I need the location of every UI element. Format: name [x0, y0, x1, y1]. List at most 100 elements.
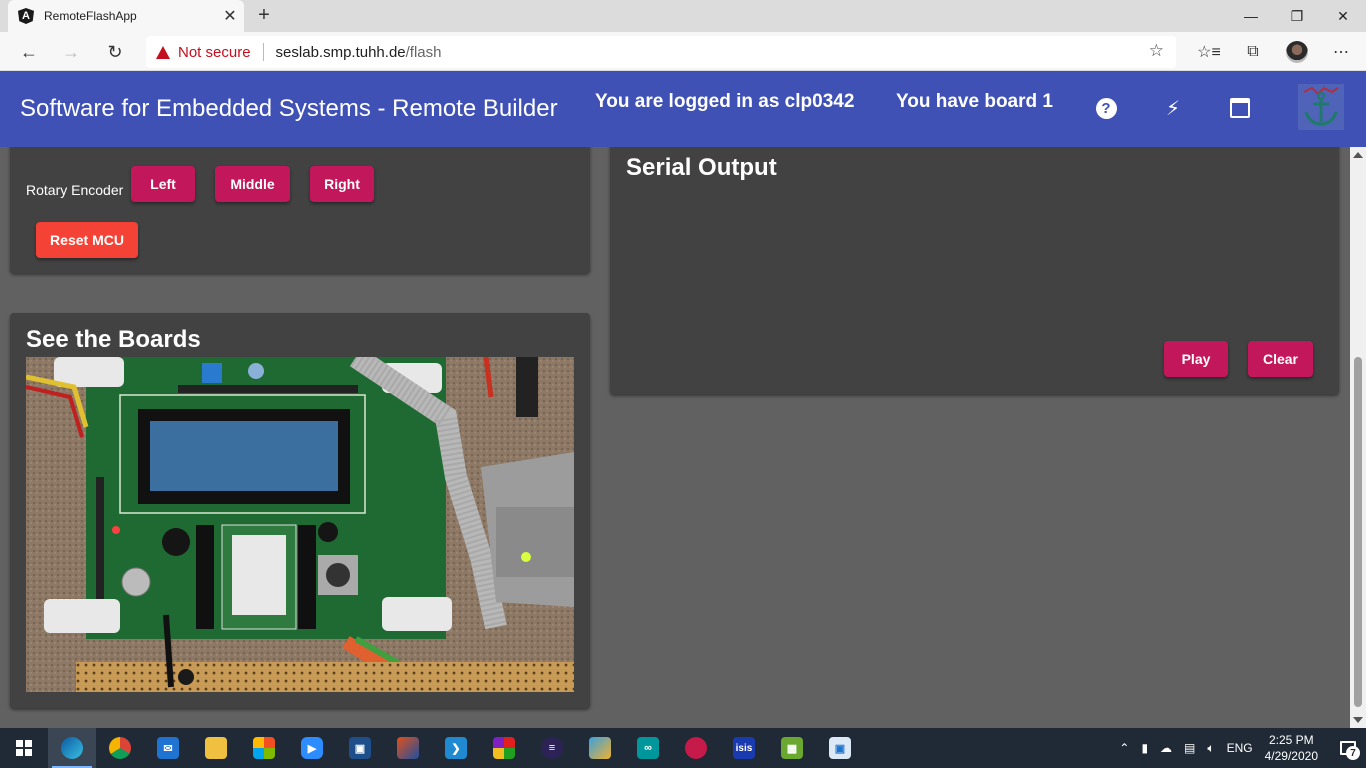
- taskbar-store[interactable]: [240, 728, 288, 768]
- taskbar-chrome[interactable]: [96, 728, 144, 768]
- language-indicator[interactable]: ENG: [1227, 741, 1253, 755]
- clock[interactable]: 2:25 PM 4/29/2020: [1265, 732, 1318, 764]
- tab-close-icon[interactable]: ✕: [216, 6, 244, 26]
- forward-icon[interactable]: →: [56, 37, 86, 67]
- notification-center-icon[interactable]: 7: [1330, 728, 1366, 768]
- flash-icon[interactable]: ⚡︎: [1157, 93, 1189, 123]
- favorites-list-icon[interactable]: ☆≡: [1194, 37, 1224, 67]
- clock-date: 4/29/2020: [1264, 749, 1318, 763]
- cube-icon: [589, 737, 611, 759]
- network-icon[interactable]: ▤: [1184, 741, 1195, 755]
- address-separator: [262, 43, 264, 61]
- taskbar-edge[interactable]: [48, 728, 96, 768]
- browser-tab[interactable]: A RemoteFlashApp ✕: [8, 0, 244, 32]
- image-viewer-icon: ▣: [829, 737, 851, 759]
- scroll-down-icon[interactable]: [1353, 717, 1363, 723]
- battery-icon[interactable]: ▮: [1141, 741, 1148, 755]
- taskbar-mail[interactable]: ✉: [144, 728, 192, 768]
- app-header: Software for Embedded Systems - Remote B…: [0, 71, 1366, 147]
- zoom-icon: ▶: [301, 737, 323, 759]
- tab-title: RemoteFlashApp: [44, 9, 137, 23]
- restore-icon[interactable]: ❐: [1274, 0, 1320, 32]
- close-window-icon[interactable]: ✕: [1320, 0, 1366, 32]
- system-tray: ⌃ ▮ ☁ ▤ 🔈︎ ENG 2:25 PM 4/29/2020 7: [1113, 728, 1366, 768]
- taskbar-raspberry-pi[interactable]: [672, 728, 720, 768]
- play-button[interactable]: Play: [1164, 341, 1228, 377]
- scroll-up-icon[interactable]: [1353, 152, 1363, 158]
- not-secure-label[interactable]: Not secure: [178, 44, 251, 61]
- mail-icon: ✉: [157, 737, 179, 759]
- angular-favicon-icon: A: [18, 8, 34, 24]
- show-hidden-icons-icon[interactable]: ⌃: [1119, 741, 1129, 755]
- controls-card: Rotary Encoder Left Middle Right Reset M…: [10, 147, 590, 273]
- isis-icon: isis: [733, 737, 755, 759]
- rotary-left-button[interactable]: Left: [131, 166, 195, 202]
- clear-button[interactable]: Clear: [1248, 341, 1313, 377]
- taskbar-cube-app[interactable]: [576, 728, 624, 768]
- login-status: You are logged in as clp0342: [595, 91, 855, 112]
- minimize-icon[interactable]: —: [1228, 0, 1274, 32]
- onedrive-cloud-icon[interactable]: ☁: [1160, 741, 1172, 755]
- board-status: You have board 1: [896, 91, 1053, 112]
- rotary-right-button[interactable]: Right: [310, 166, 374, 202]
- matlab-icon: [397, 737, 419, 759]
- refresh-icon[interactable]: ↻: [100, 37, 130, 67]
- back-icon[interactable]: ←: [14, 37, 44, 67]
- favorite-star-icon[interactable]: ☆: [1149, 41, 1164, 61]
- address-bar[interactable]: Not secure seslab.smp.tuhh.de/flash ☆: [146, 36, 1176, 68]
- calendar-icon[interactable]: [1224, 93, 1256, 123]
- raspberry-icon: [685, 737, 707, 759]
- chart-icon: ▩: [781, 737, 803, 759]
- page-scrollbar[interactable]: [1350, 147, 1366, 728]
- url-host: seslab.smp.tuhh.de: [275, 43, 406, 61]
- boards-card: See the Boards: [10, 313, 590, 708]
- taskbar-file-explorer[interactable]: [192, 728, 240, 768]
- start-button[interactable]: [0, 728, 48, 768]
- collections-icon[interactable]: ⧉: [1238, 37, 1268, 67]
- tiles-icon: [493, 737, 515, 759]
- new-tab-icon[interactable]: +: [252, 4, 276, 28]
- rotary-middle-button[interactable]: Middle: [215, 166, 290, 202]
- warning-icon: [156, 45, 170, 59]
- serial-output-card: Serial Output Play Clear: [610, 147, 1339, 394]
- main-content: Rotary Encoder Left Middle Right Reset M…: [0, 147, 1350, 728]
- boards-title: See the Boards: [26, 326, 201, 353]
- taskbar-isis[interactable]: isis: [720, 728, 768, 768]
- chrome-icon: [109, 737, 131, 759]
- rotary-encoder-label: Rotary Encoder: [26, 182, 124, 198]
- volume-icon[interactable]: 🔈︎: [1207, 741, 1214, 756]
- edge-icon: [61, 737, 83, 759]
- taskbar-matlab[interactable]: [384, 728, 432, 768]
- folder-icon: [205, 737, 227, 759]
- eclipse-icon: ≡: [541, 737, 563, 759]
- taskbar-eclipse[interactable]: ≡: [528, 728, 576, 768]
- scroll-thumb[interactable]: [1354, 357, 1362, 707]
- arduino-icon: ∞: [637, 737, 659, 759]
- taskbar-image-viewer[interactable]: ▣: [816, 728, 864, 768]
- clock-time: 2:25 PM: [1268, 733, 1314, 747]
- board-camera-image: [26, 357, 574, 692]
- browser-navbar: ← → ↻ Not secure seslab.smp.tuhh.de/flas…: [0, 32, 1366, 71]
- store-icon: [253, 737, 275, 759]
- reset-mcu-button[interactable]: Reset MCU: [36, 222, 138, 258]
- app-title: Software for Embedded Systems - Remote B…: [20, 95, 558, 122]
- serial-output-title: Serial Output: [626, 154, 777, 181]
- taskbar-vscode[interactable]: ❯: [432, 728, 480, 768]
- help-icon[interactable]: ?: [1090, 93, 1122, 123]
- anchor-logo: [1298, 84, 1344, 130]
- more-menu-icon[interactable]: ⋯: [1326, 37, 1356, 67]
- windows-logo-icon: [16, 740, 32, 756]
- profile-avatar[interactable]: [1282, 37, 1312, 67]
- virtualbox-icon: ▣: [349, 737, 371, 759]
- browser-toolbar-icons: ☆≡ ⧉ ⋯: [1194, 37, 1356, 67]
- vscode-icon: ❯: [445, 737, 467, 759]
- notification-count: 7: [1346, 746, 1360, 760]
- taskbar-app-tiles[interactable]: [480, 728, 528, 768]
- windows-taskbar: ✉ ▶ ▣ ❯ ≡ ∞ isis ▩ ▣ ⌃ ▮ ☁ ▤ 🔈︎ ENG 2:25…: [0, 728, 1366, 768]
- browser-tabstrip: A RemoteFlashApp ✕ + — ❐ ✕: [0, 0, 1366, 32]
- taskbar-chart-app[interactable]: ▩: [768, 728, 816, 768]
- taskbar-arduino[interactable]: ∞: [624, 728, 672, 768]
- window-controls: — ❐ ✕: [1228, 0, 1366, 32]
- taskbar-virtualbox[interactable]: ▣: [336, 728, 384, 768]
- taskbar-zoom[interactable]: ▶: [288, 728, 336, 768]
